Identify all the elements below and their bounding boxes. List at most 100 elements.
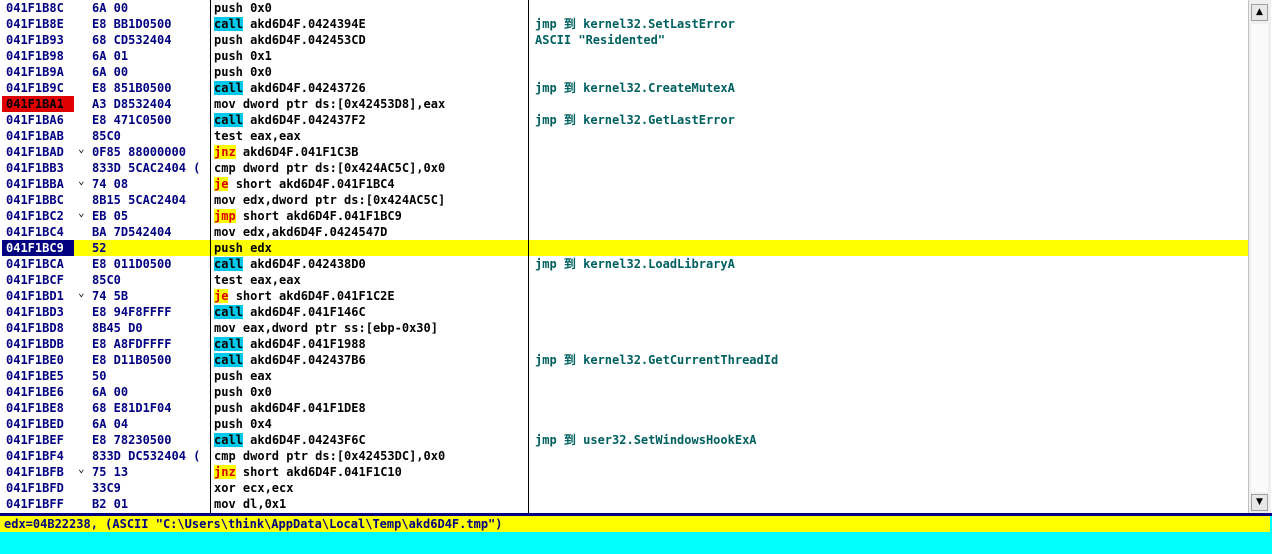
address-cell[interactable]: 041F1BAB: [2, 128, 74, 144]
column-divider-asm[interactable]: [528, 0, 529, 513]
asm-cell[interactable]: test eax,eax: [214, 128, 526, 144]
disasm-row[interactable]: 041F1BBA ⌄ 74 08 je short akd6D4F.041F1BC4: [2, 174, 1248, 192]
asm-cell[interactable]: cmp dword ptr ds:[0x424AC5C],0x0: [214, 160, 526, 176]
hex-cell[interactable]: 0F85 88000000: [92, 144, 206, 160]
vertical-scrollbar[interactable]: ▲ ▼: [1248, 0, 1271, 513]
comment-cell[interactable]: [535, 240, 1235, 256]
disasm-row[interactable]: 041F1BF4 833D DC532404 (cmp dword ptr ds:…: [2, 448, 1248, 464]
disasm-row[interactable]: 041F1B98 6A 01 push 0x1: [2, 48, 1248, 64]
hex-cell[interactable]: 8B15 5CAC2404: [92, 192, 206, 208]
hex-cell[interactable]: E8 94F8FFFF: [92, 304, 206, 320]
address-cell[interactable]: 041F1BFF: [2, 496, 74, 512]
scroll-up-icon[interactable]: ▲: [1251, 4, 1268, 21]
disasm-row[interactable]: 041F1B9A 6A 00 push 0x0: [2, 64, 1248, 80]
disasm-row[interactable]: 041F1BC4 BA 7D542404 mov edx,akd6D4F.04245…: [2, 224, 1248, 240]
asm-cell[interactable]: mov eax,dword ptr ss:[ebp-0x30]: [214, 320, 526, 336]
asm-cell[interactable]: mov dword ptr ds:[0x42453D8],eax: [214, 96, 526, 112]
address-cell[interactable]: 041F1BBC: [2, 192, 74, 208]
disasm-row[interactable]: 041F1BDB E8 A8FDFFFF call akd6D4F.041F1988: [2, 336, 1248, 352]
address-cell[interactable]: 041F1BFB: [2, 464, 74, 480]
address-cell[interactable]: 041F1BE5: [2, 368, 74, 384]
comment-cell[interactable]: jmp 到 kernel32.LoadLibraryA: [535, 256, 1235, 272]
disasm-row[interactable]: 041F1BA6 E8 471C0500 call akd6D4F.042437F2…: [2, 112, 1248, 128]
address-cell[interactable]: 041F1BA6: [2, 112, 74, 128]
asm-cell[interactable]: push 0x0: [214, 0, 526, 16]
hex-cell[interactable]: 74 5B: [92, 288, 206, 304]
asm-cell[interactable]: push 0x0: [214, 64, 526, 80]
asm-cell[interactable]: xor ecx,ecx: [214, 480, 526, 496]
asm-cell[interactable]: push akd6D4F.041F1DE8: [214, 400, 526, 416]
address-cell[interactable]: 041F1BDB: [2, 336, 74, 352]
asm-cell[interactable]: mov edx,akd6D4F.0424547D: [214, 224, 526, 240]
comment-cell[interactable]: [535, 416, 1235, 432]
disasm-row[interactable]: 041F1BCA E8 011D0500 call akd6D4F.042438D0…: [2, 256, 1248, 272]
disasm-row[interactable]: 041F1BAB 85C0 test eax,eax: [2, 128, 1248, 144]
hex-cell[interactable]: 8B45 D0: [92, 320, 206, 336]
asm-cell[interactable]: mov edx,dword ptr ds:[0x424AC5C]: [214, 192, 526, 208]
comment-cell[interactable]: [535, 208, 1235, 224]
disassembly-pane[interactable]: 041F1B8C 6A 00 push 0x0 041F1B8E E8 BB1D0500…: [2, 0, 1248, 513]
comment-cell[interactable]: [535, 128, 1235, 144]
hex-cell[interactable]: 6A 04: [92, 416, 206, 432]
asm-cell[interactable]: cmp dword ptr ds:[0x42453DC],0x0: [214, 448, 526, 464]
asm-cell[interactable]: mov dl,0x1: [214, 496, 526, 512]
comment-cell[interactable]: [535, 368, 1235, 384]
address-cell[interactable]: 041F1B8E: [2, 16, 74, 32]
hex-cell[interactable]: 6A 00: [92, 64, 206, 80]
comment-cell[interactable]: [535, 464, 1235, 480]
disasm-row[interactable]: 041F1BE6 6A 00 push 0x0: [2, 384, 1248, 400]
disasm-row[interactable]: 041F1B93 68 CD532404 push akd6D4F.042453CD…: [2, 32, 1248, 48]
disasm-row[interactable]: 041F1BED 6A 04 push 0x4: [2, 416, 1248, 432]
disasm-row[interactable]: 041F1BFB ⌄ 75 13 jnz short akd6D4F.041F1C10: [2, 462, 1248, 480]
comment-cell[interactable]: [535, 304, 1235, 320]
comment-cell[interactable]: jmp 到 kernel32.SetLastError: [535, 16, 1235, 32]
asm-cell[interactable]: jnz short akd6D4F.041F1C10: [214, 464, 526, 480]
disasm-row[interactable]: 041F1BC2 ⌄ EB 05 jmp short akd6D4F.041F1BC9: [2, 206, 1248, 224]
hex-cell[interactable]: 6A 00: [92, 0, 206, 16]
comment-cell[interactable]: ASCII "Residented": [535, 32, 1235, 48]
hex-cell[interactable]: EB 05: [92, 208, 206, 224]
disasm-row[interactable]: 041F1BB3 833D 5CAC2404 ( cmp dword ptr ds:…: [2, 160, 1248, 176]
comment-cell[interactable]: jmp 到 kernel32.GetCurrentThreadId: [535, 352, 1235, 368]
address-cell[interactable]: 041F1B9A: [2, 64, 74, 80]
comment-cell[interactable]: [535, 64, 1235, 80]
comment-cell[interactable]: [535, 448, 1235, 464]
comment-cell[interactable]: [535, 160, 1235, 176]
asm-cell[interactable]: call akd6D4F.04243726: [214, 80, 526, 96]
disasm-row[interactable]: 041F1BBC 8B15 5CAC2404 mov edx,dword ptr d…: [2, 192, 1248, 208]
hex-cell[interactable]: 68 CD532404: [92, 32, 206, 48]
hex-cell[interactable]: A3 D8532404: [92, 96, 206, 112]
asm-cell[interactable]: push 0x4: [214, 416, 526, 432]
address-cell[interactable]: 041F1BEF: [2, 432, 74, 448]
hex-cell[interactable]: 85C0: [92, 272, 206, 288]
hex-cell[interactable]: E8 BB1D0500: [92, 16, 206, 32]
column-divider-hex[interactable]: [210, 0, 211, 513]
address-cell[interactable]: 041F1B98: [2, 48, 74, 64]
address-cell[interactable]: 041F1BD3: [2, 304, 74, 320]
disasm-row[interactable]: 041F1B9C E8 851B0500 call akd6D4F.04243726…: [2, 80, 1248, 96]
address-cell[interactable]: 041F1BFD: [2, 480, 74, 496]
disasm-row[interactable]: 041F1BE0 E8 D11B0500 call akd6D4F.042437B6…: [2, 352, 1248, 368]
hex-cell[interactable]: 833D 5CAC2404 (: [92, 160, 206, 176]
asm-cell[interactable]: call akd6D4F.0424394E: [214, 16, 526, 32]
asm-cell[interactable]: push 0x1: [214, 48, 526, 64]
disasm-row[interactable]: 041F1BD3 E8 94F8FFFF call akd6D4F.041F146C: [2, 304, 1248, 320]
current-eip-address[interactable]: 041F1BC9: [2, 240, 74, 256]
address-cell[interactable]: 041F1BB3: [2, 160, 74, 176]
disasm-row[interactable]: 041F1BFD 33C9 xor ecx,ecx: [2, 480, 1248, 496]
address-cell[interactable]: 041F1B93: [2, 32, 74, 48]
address-cell[interactable]: 041F1BD8: [2, 320, 74, 336]
comment-cell[interactable]: [535, 144, 1235, 160]
comment-cell[interactable]: [535, 384, 1235, 400]
address-cell[interactable]: 041F1B9C: [2, 80, 74, 96]
hex-cell[interactable]: B2 01: [92, 496, 206, 512]
disasm-row[interactable]: 041F1BD1 ⌄ 74 5B je short akd6D4F.041F1C2E: [2, 286, 1248, 304]
asm-cell[interactable]: jnz akd6D4F.041F1C3B: [214, 144, 526, 160]
asm-cell[interactable]: test eax,eax: [214, 272, 526, 288]
comment-cell[interactable]: [535, 192, 1235, 208]
disasm-row[interactable]: 041F1BCF 85C0 test eax,eax: [2, 272, 1248, 288]
address-cell[interactable]: 041F1BCA: [2, 256, 74, 272]
comment-cell[interactable]: [535, 320, 1235, 336]
disasm-row[interactable]: 041F1B8C 6A 00 push 0x0: [2, 0, 1248, 16]
asm-cell[interactable]: call akd6D4F.04243F6C: [214, 432, 526, 448]
